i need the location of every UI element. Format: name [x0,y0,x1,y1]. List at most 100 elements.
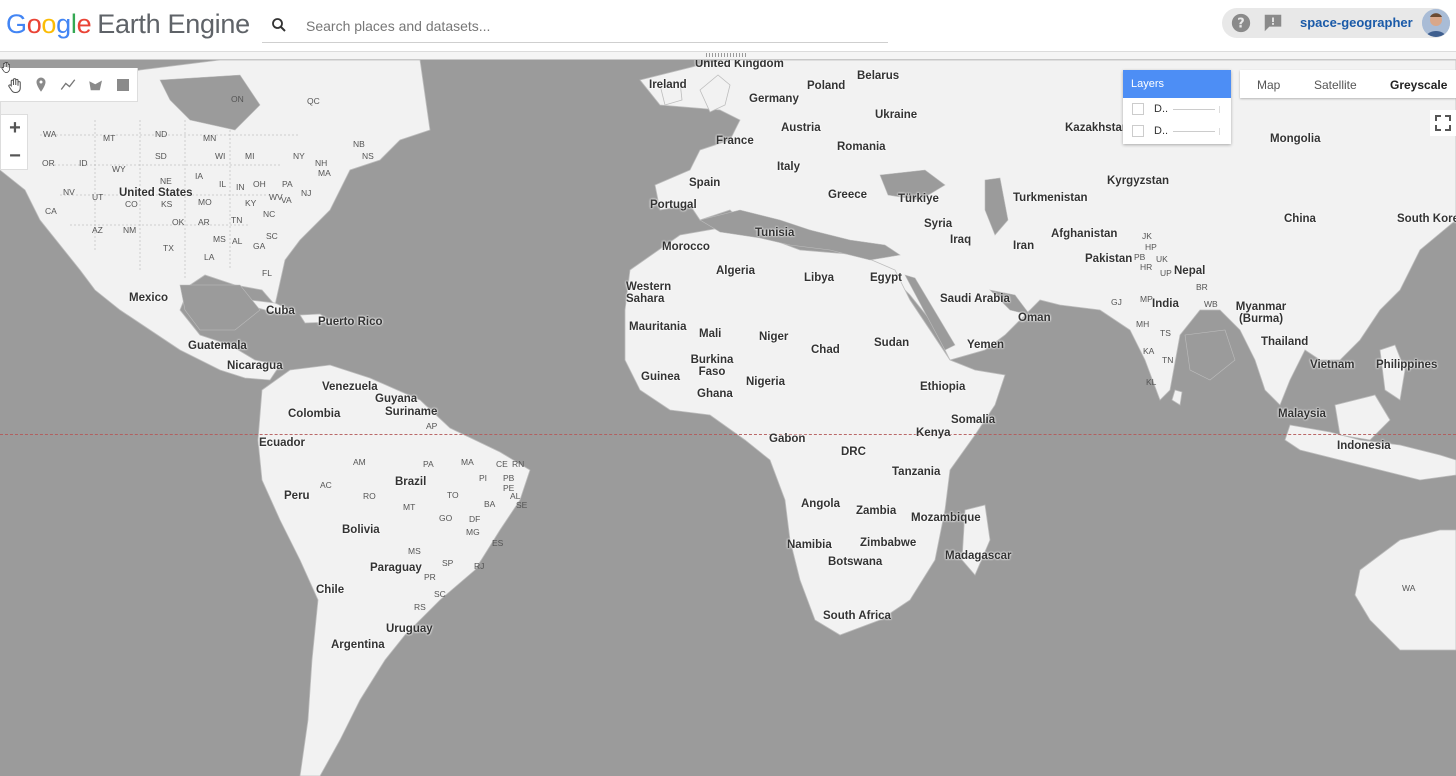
rectangle-icon[interactable] [114,76,132,94]
map-label-region: GO [439,513,453,523]
map-label-country: Colombia [288,408,341,420]
username-label[interactable]: space-geographer [1300,15,1413,30]
layer-visibility-checkbox[interactable] [1132,125,1144,137]
map-label-region: WB [1204,299,1218,309]
layers-panel-title[interactable]: Layers [1123,70,1231,98]
map-label-country: Libya [804,272,835,284]
earth-engine-logo[interactable]: Google Earth Engine [6,8,250,40]
equator-line [0,434,1456,435]
map-label-country: Mozambique [911,512,981,524]
map-label-region: PR [424,572,436,582]
map-label-region: NM [123,225,137,235]
map-label-region: NH [315,158,328,168]
map-label-region: MT [103,133,116,143]
zoom-out-button[interactable]: − [1,143,29,170]
map-type-greyscale-button[interactable]: Greyscale [1390,78,1447,92]
map-label-region: IL [219,179,227,189]
map-label-region: TO [447,490,459,500]
sri-lanka-island [1171,389,1183,406]
map-label-region: GA [253,241,266,251]
map-label-region: HR [1140,262,1153,272]
map-label-region: PB [1134,252,1146,262]
search-icon[interactable] [270,16,288,34]
map-label-country: Yemen [967,339,1005,351]
map-label-region: AP [426,421,438,431]
map-label-country: Botswana [828,556,883,568]
map-label-region: TN [1162,355,1174,365]
layer-item: D.. [1123,98,1231,120]
map-label-region: NB [353,139,365,149]
map-label-country: Nicaragua [227,360,283,372]
help-icon[interactable]: ? [1230,12,1252,34]
logo-letter: g [56,9,71,39]
map-label-country: France [716,135,754,147]
map-label-region: NE [160,176,172,186]
polygon-icon[interactable] [87,76,105,94]
map-label-country: Zimbabwe [860,537,917,549]
map-label-country: Oman [1018,312,1051,324]
panel-splitter[interactable] [0,52,1456,60]
map-label-country: Thailand [1261,336,1309,348]
map-label-country: Algeria [716,265,755,277]
map-label-region: UK [1156,254,1168,264]
map-label-region: MT [403,502,416,512]
map-label-region: SE [516,500,528,510]
map-label-country: Morocco [662,241,710,253]
feedback-icon[interactable] [1262,12,1284,34]
map-label-region: TS [1160,328,1171,338]
map-label-country: Cuba [266,305,295,317]
map-label-region: CE [496,459,508,469]
map-type-map-button[interactable]: Map [1257,78,1280,92]
map-label-region: NC [263,209,276,219]
map-label-country: Belarus [857,70,900,82]
hand-pan-icon[interactable] [6,76,24,94]
point-marker-icon[interactable] [32,76,50,94]
map-label-country: United Kingdom [695,60,784,70]
avatar[interactable] [1422,9,1450,37]
map-label-country: Myanmar (Burma) [1235,301,1287,325]
map-label-country: Angola [801,498,840,510]
fullscreen-button[interactable] [1430,110,1456,136]
map-label-country: Zambia [856,505,897,517]
search-bar [262,8,888,43]
map-label-country: United States [119,187,193,199]
map-label-region: RN [512,459,525,469]
line-icon[interactable] [59,76,77,94]
map-label-region: AR [198,217,210,227]
map-label-region: CO [125,199,138,209]
map-label-country: Guatemala [188,340,247,352]
map-label-region: WA [43,129,57,139]
zoom-in-button[interactable]: + [1,115,29,142]
map-type-satellite-button[interactable]: Satellite [1314,78,1357,92]
layer-opacity-slider[interactable] [1173,109,1215,110]
map-label-country: Mali [699,328,722,340]
map-canvas[interactable]: United Kingdom Ireland Belarus Germany P… [0,60,1456,776]
map-label-country: Sudan [874,337,910,349]
layer-opacity-slider[interactable] [1173,131,1215,132]
map-label-country: Suriname [385,406,438,418]
map-label-region: MN [203,133,217,143]
map-label-country: Nigeria [746,376,785,388]
map-label-region: VA [281,195,292,205]
map-label-country: Indonesia [1337,440,1391,452]
search-input[interactable] [304,14,868,38]
layer-settings-icon[interactable] [1219,106,1224,113]
map-label-country: Argentina [331,639,385,651]
map-label-region: KA [1143,346,1155,356]
map-label-region: MS [213,234,226,244]
map-label-region: KS [161,199,173,209]
map-label-country: Turkmenistan [1013,192,1088,204]
logo-letter: o [26,9,42,39]
map-label-region: AM [353,457,366,467]
splitter-grip[interactable] [706,53,748,57]
map-label-country: Egypt [870,272,902,284]
map-label-country: Iraq [950,234,972,246]
map-label-region: WI [215,151,226,161]
layer-settings-icon[interactable] [1219,128,1224,135]
map-label-region: BR [1196,282,1208,292]
map-label-country: Tanzania [892,466,941,478]
layer-visibility-checkbox[interactable] [1132,103,1144,115]
map-label-country: DRC [841,446,866,458]
fullscreen-icon [1435,115,1451,131]
map-label-country: Iran [1013,240,1035,252]
